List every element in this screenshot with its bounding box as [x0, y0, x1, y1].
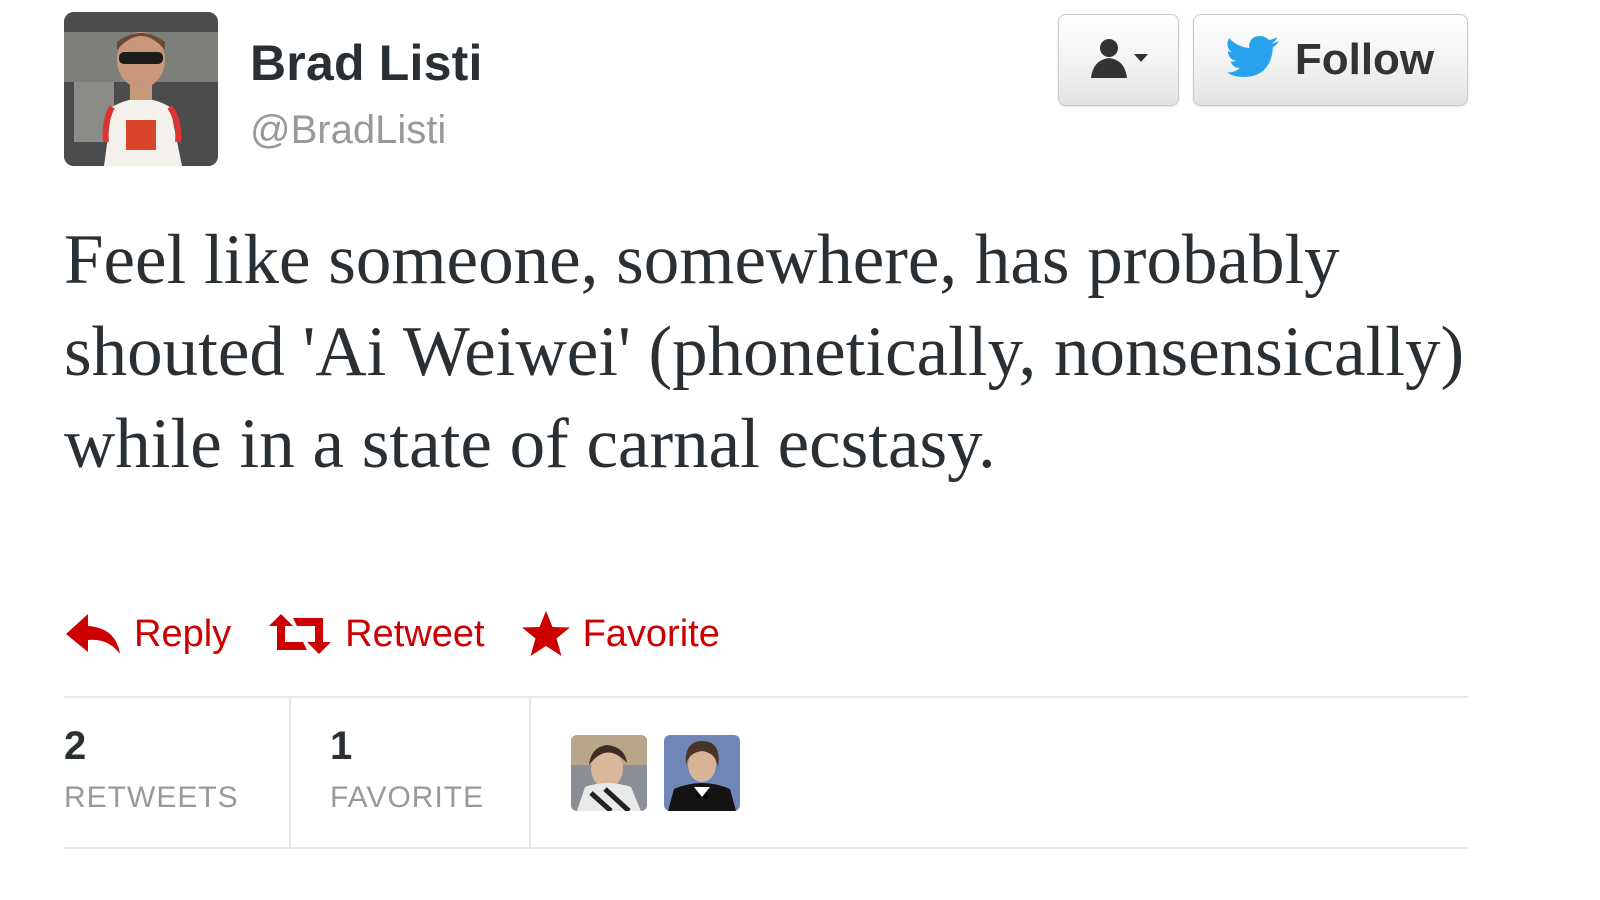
star-icon [521, 611, 570, 656]
stats-divider-bottom [64, 847, 1468, 849]
retweet-button[interactable]: Retweet [267, 612, 485, 656]
favorites-count: 1 [330, 724, 353, 768]
favorites-label: FAVORITE [330, 781, 485, 814]
reply-button[interactable]: Reply [64, 612, 231, 656]
tweet-text: Feel like someone, somewhere, has probab… [64, 221, 1465, 483]
retweets-label: RETWEETS [64, 781, 239, 814]
stats-divider-top [64, 696, 1468, 698]
retweet-icon [269, 614, 332, 654]
engager-avatar[interactable] [571, 735, 647, 811]
twitter-bird-icon [1226, 35, 1281, 85]
follow-button[interactable]: Follow [1193, 14, 1468, 106]
follow-label: Follow [1294, 35, 1435, 84]
person-dropdown-icon [1087, 36, 1151, 85]
reply-label: Reply [134, 612, 232, 655]
user-actions-button[interactable] [1058, 14, 1179, 106]
stats-separator [289, 698, 291, 847]
tweet-card: Brad Listi @BradListi Follow Feel like s… [0, 0, 1600, 900]
user-handle[interactable]: @BradListi [250, 108, 446, 153]
user-display-name[interactable]: Brad Listi [250, 34, 483, 92]
favorites-stat[interactable]: 1 FAVORITE [330, 724, 484, 815]
favorite-label: Favorite [582, 612, 720, 655]
favorite-button[interactable]: Favorite [521, 610, 720, 658]
retweet-label: Retweet [345, 612, 485, 655]
tweet-actions: Reply Retweet Favorite [64, 604, 756, 664]
profile-avatar[interactable] [64, 12, 218, 166]
stats-separator [529, 698, 531, 847]
retweets-count: 2 [64, 724, 87, 768]
retweets-stat[interactable]: 2 RETWEETS [64, 724, 239, 815]
reply-arrow-icon [66, 614, 120, 654]
engager-avatar[interactable] [664, 735, 740, 811]
